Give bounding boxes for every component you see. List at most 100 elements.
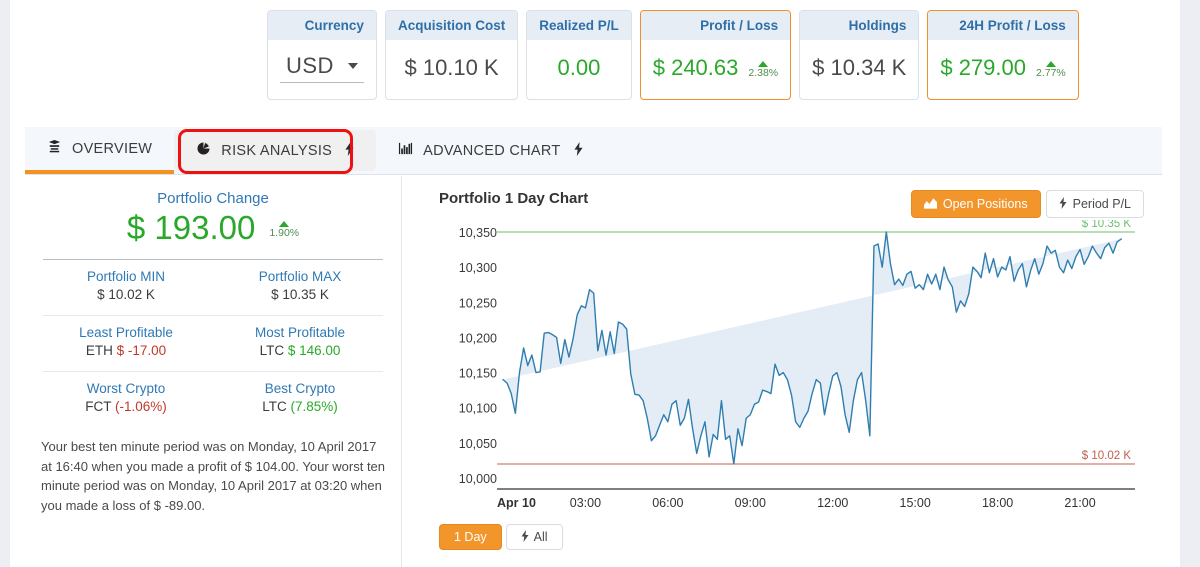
portfolio-change-value: $ 193.00	[126, 209, 256, 246]
best-crypto-amount: (7.85%)	[290, 399, 338, 414]
stat-value-holdings: $ 10.34 K	[812, 54, 907, 80]
arrow-up-icon	[1045, 60, 1056, 67]
worst-crypto-value: FCT (-1.06%)	[43, 399, 209, 414]
min-line-label: $ 10.02 K	[1082, 450, 1132, 462]
metrics-row-minmax: Portfolio MIN $ 10.02 K Portfolio MAX $ …	[39, 260, 387, 311]
best-crypto-value: LTC (7.85%)	[217, 399, 383, 414]
y-axis-tick-label: 10,100	[459, 402, 497, 416]
stat-header-currency: Currency	[268, 11, 376, 40]
tabs-bar: OVERVIEW RISK ANALYSIS ADVANCED CHART	[25, 127, 1162, 175]
stat-header-profit-loss: Profit / Loss	[640, 11, 791, 40]
stat-body-holdings: $ 10.34 K	[800, 40, 918, 99]
least-profitable: Least Profitable ETH $ -17.00	[39, 316, 213, 367]
stat-trend-profit-loss: 2.38%	[748, 57, 778, 79]
metrics-row-profitable: Least Profitable ETH $ -17.00 Most Profi…	[39, 316, 387, 367]
least-profitable-amount: $ -17.00	[116, 343, 167, 358]
chart-area-fill	[503, 232, 1122, 464]
stat-value-24h-profit-loss: $ 279.00	[940, 54, 1026, 80]
best-crypto: Best Crypto LTC (7.85%)	[213, 372, 387, 423]
y-axis-tick-label: 10,200	[459, 331, 497, 345]
portfolio-min-label: Portfolio MIN	[86, 269, 166, 284]
stat-body-acquisition-cost: $ 10.10 K	[386, 40, 517, 99]
area-chart-icon	[923, 197, 937, 211]
stat-body-profit-loss: $ 240.63 2.38%	[641, 40, 790, 99]
best-crypto-label: Best Crypto	[264, 381, 336, 396]
y-axis-tick-label: 10,300	[459, 261, 497, 275]
tab-advanced-chart-label: ADVANCED CHART	[423, 142, 561, 159]
chart-mode-buttons: Open Positions Period P/L	[910, 190, 1144, 218]
metrics-row-crypto: Worst Crypto FCT (-1.06%) Best Crypto LT…	[39, 372, 387, 423]
most-profitable-label: Most Profitable	[254, 325, 346, 340]
most-profitable: Most Profitable LTC $ 146.00	[213, 316, 387, 367]
tab-overview-label: OVERVIEW	[72, 140, 153, 157]
chevron-down-icon	[347, 62, 358, 69]
chart-header: Portfolio 1 Day Chart Open Positions Per…	[403, 176, 1162, 220]
worst-crypto: Worst Crypto FCT (-1.06%)	[39, 372, 213, 423]
stat-card-realized-pl: Realized P/L 0.00	[526, 10, 632, 100]
stat-body-24h-profit-loss: $ 279.00 2.77%	[928, 40, 1077, 99]
tab-advanced-chart[interactable]: ADVANCED CHART	[376, 127, 604, 174]
x-axis-tick-label: 12:00	[817, 496, 848, 510]
worst-crypto-symbol: FCT	[85, 399, 112, 414]
portfolio-max-value: $ 10.35 K	[271, 287, 329, 302]
tab-overview[interactable]: OVERVIEW	[25, 127, 175, 174]
open-positions-button[interactable]: Open Positions	[910, 190, 1041, 218]
range-all-button[interactable]: All	[505, 524, 563, 550]
chart-title: Portfolio 1 Day Chart	[439, 190, 589, 207]
y-axis-tick-label: 10,050	[459, 437, 497, 451]
bolt-icon	[345, 142, 354, 159]
stat-header-acquisition-cost: Acquisition Cost	[385, 11, 518, 40]
layers-icon	[47, 139, 62, 158]
pie-chart-icon	[196, 141, 211, 160]
least-profitable-label: Least Profitable	[79, 325, 173, 340]
portfolio-max: Portfolio MAX $ 10.35 K	[213, 260, 387, 311]
most-profitable-value: LTC $ 146.00	[217, 343, 383, 358]
portfolio-change-row: $ 193.00 1.90%	[39, 209, 387, 247]
best-crypto-symbol: LTC	[262, 399, 287, 414]
x-axis-tick-label: 15:00	[900, 496, 931, 510]
bolt-icon	[573, 142, 583, 159]
stat-value-realized-pl: 0.00	[557, 54, 601, 80]
bolt-icon	[521, 530, 529, 544]
stat-card-currency: Currency USD	[267, 10, 377, 100]
x-axis-tick-label: Apr 10	[497, 496, 536, 510]
y-axis-tick-label: 10,350	[459, 226, 497, 240]
app-root: Currency USD Acquisition Cost $ 10.10 K …	[0, 0, 1200, 567]
stat-trend-24h-profit-loss: 2.77%	[1036, 57, 1066, 79]
x-axis-tick-label: 21:00	[1064, 496, 1095, 510]
range-1-day-button[interactable]: 1 Day	[439, 524, 502, 550]
least-profitable-symbol: ETH	[85, 343, 113, 358]
x-axis-tick-label: 03:00	[570, 496, 601, 510]
portfolio-chart[interactable]: 10,000 10,050 10,100 10,150 10,200 10,250 10,3…	[403, 220, 1162, 520]
y-axis-tick-label: 10,000	[459, 472, 497, 486]
max-line-label: $ 10.35 K	[1082, 220, 1132, 230]
open-positions-label: Open Positions	[942, 197, 1028, 211]
stat-value-profit-loss: $ 240.63	[652, 54, 739, 80]
stat-value-acquisition-cost: $ 10.10 K	[404, 54, 499, 80]
currency-select[interactable]: USD	[280, 53, 364, 83]
least-profitable-value: ETH $ -17.00	[43, 343, 209, 358]
chart-range-buttons: 1 Day All	[439, 524, 563, 550]
stat-header-holdings: Holdings	[800, 11, 919, 40]
x-axis-tick-label: 09:00	[735, 496, 766, 510]
stat-body-currency: USD	[268, 40, 376, 99]
most-profitable-amount: $ 146.00	[287, 343, 341, 358]
portfolio-chart-svg: 10,000 10,050 10,100 10,150 10,200 10,250 10,3…	[459, 220, 1135, 510]
stat-card-profit-loss: Profit / Loss $ 240.63 2.38%	[639, 10, 792, 100]
stat-card-24h-profit-loss: 24H Profit / Loss $ 279.00 2.77%	[927, 10, 1079, 100]
range-1-day-label: 1 Day	[454, 530, 487, 544]
tab-risk-analysis[interactable]: RISK ANALYSIS	[174, 130, 377, 171]
most-profitable-symbol: LTC	[259, 343, 285, 358]
x-axis-tick-label: 18:00	[982, 496, 1013, 510]
stat-body-realized-pl: 0.00	[527, 40, 631, 99]
period-pl-button[interactable]: Period P/L	[1045, 190, 1144, 218]
stat-header-24h-profit-loss: 24H Profit / Loss	[928, 11, 1078, 40]
x-axis-tick-label: 06:00	[652, 496, 683, 510]
stat-pct-profit-loss: 2.38%	[748, 66, 779, 79]
bar-chart-icon	[398, 141, 413, 160]
portfolio-change-pct: 1.90%	[269, 227, 300, 240]
portfolio-change-label: Portfolio Change	[157, 190, 269, 207]
risk-summary-panel: Portfolio Change $ 193.00 1.90% Portfoli…	[25, 176, 402, 567]
stat-pct-24h-profit-loss: 2.77%	[1035, 66, 1066, 79]
bolt-icon	[1059, 197, 1067, 211]
